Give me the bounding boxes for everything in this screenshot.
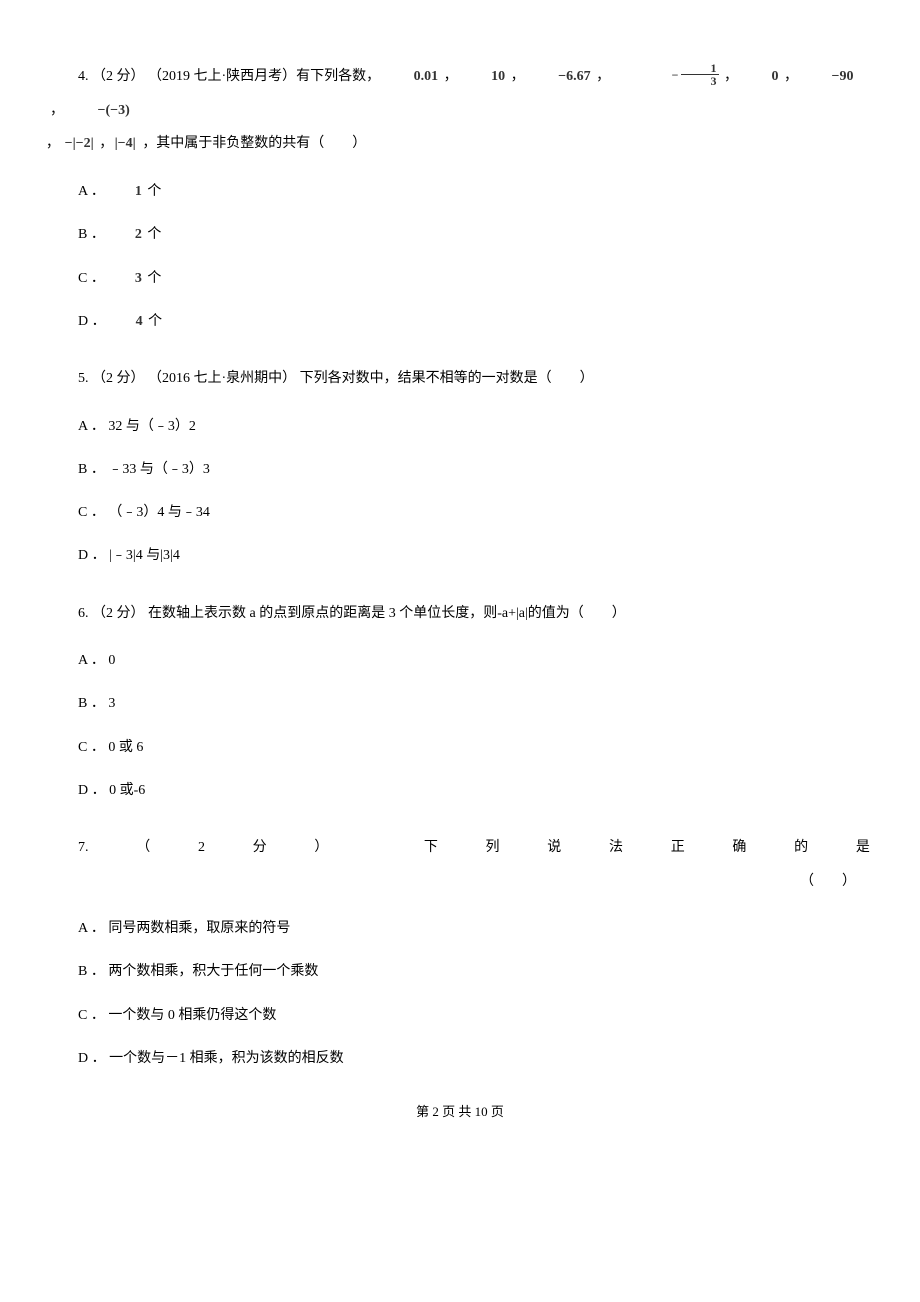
q4-stem-line1: 4. （2 分） （2019 七上·陕西月考）有下列各数， 0.01 ， 10 … [50, 60, 870, 127]
page-footer: 第 2 页 共 10 页 [50, 1101, 870, 1120]
q4-stem-prefix: 4. （2 分） （2019 七上·陕西月考）有下列各数， [78, 69, 380, 84]
q4-option-b: B ．2 个 [50, 222, 870, 247]
q5-option-b: B ． ﹣33 与（﹣3）3 [50, 457, 870, 482]
q7-option-d: D ． 一个数与－1 相乘，积为该数的相反数 [50, 1046, 870, 1071]
question-6: 6. （2 分） 在数轴上表示数 a 的点到原点的距离是 3 个单位长度，则-a… [50, 597, 870, 803]
q7-stem: 7. （ 2 分 ） 下 列 说 法 正 确 的 是 [50, 831, 870, 865]
question-4: 4. （2 分） （2019 七上·陕西月考）有下列各数， 0.01 ， 10 … [50, 60, 870, 334]
question-7: 7. （ 2 分 ） 下 列 说 法 正 确 的 是 （ ） A ． 同号两数相… [50, 831, 870, 1071]
q7-paren: （ ） [50, 865, 870, 899]
q4-stem-suffix: ，其中属于非负整数的共有（ ） [142, 136, 366, 151]
q5-stem: 5. （2 分） （2016 七上·泉州期中） 下列各对数中，结果不相等的一对数… [50, 362, 870, 396]
q4-option-c: C ．3 个 [50, 266, 870, 291]
math-number: −|−2| [67, 127, 96, 161]
page-content: 4. （2 分） （2019 七上·陕西月考）有下列各数， 0.01 ， 10 … [0, 0, 920, 1160]
question-5: 5. （2 分） （2016 七上·泉州期中） 下列各对数中，结果不相等的一对数… [50, 362, 870, 568]
q4-option-d: D ．4 个 [50, 309, 870, 334]
math-number: −6.67 [528, 60, 592, 94]
q5-option-d: D ． |﹣3|4 与|3|4 [50, 543, 870, 568]
math-number: 10 [461, 60, 507, 94]
math-number: −(−3) [68, 94, 132, 128]
q5-option-c: C ． （﹣3）4 与﹣34 [50, 500, 870, 525]
q6-option-c: C ． 0 或 6 [50, 735, 870, 760]
q6-stem: 6. （2 分） 在数轴上表示数 a 的点到原点的距离是 3 个单位长度，则-a… [50, 597, 870, 631]
math-number: |−4| [117, 127, 139, 161]
q5-option-a: A ． 32 与（﹣3）2 [50, 414, 870, 439]
q7-option-b: B ． 两个数相乘，积大于任何一个乘数 [50, 959, 870, 984]
q6-option-d: D ． 0 或-6 [50, 778, 870, 803]
math-number: 0.01 [384, 60, 441, 94]
q6-option-a: A ． 0 [50, 648, 870, 673]
math-fraction: −13 [614, 62, 721, 87]
q4-stem-line2: ， −|−2| ， |−4| ，其中属于非负整数的共有（ ） [50, 127, 870, 161]
math-number: 0 [742, 60, 781, 94]
math-number: −90 [802, 60, 856, 94]
q6-option-b: B ． 3 [50, 691, 870, 716]
q7-option-a: A ． 同号两数相乘，取原来的符号 [50, 916, 870, 941]
q4-option-a: A ．1 个 [50, 179, 870, 204]
q7-option-c: C ． 一个数与 0 相乘仍得这个数 [50, 1003, 870, 1028]
